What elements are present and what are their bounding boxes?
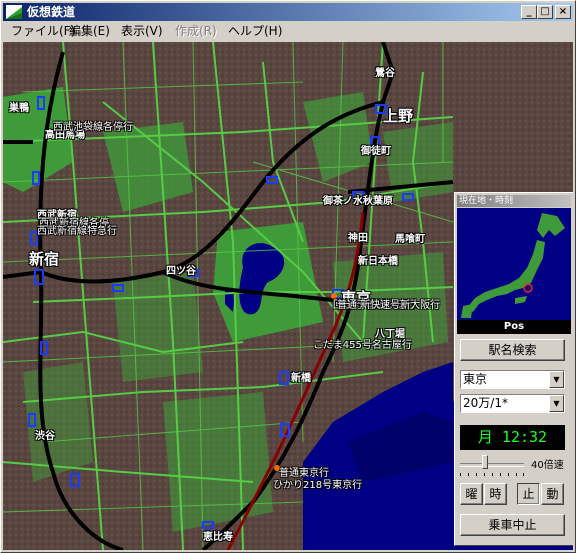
app-icon — [6, 5, 22, 19]
menu-bar: ファイル(F) 編集(E) 表示(V) 作成(R) ヘルプ(H) — [3, 22, 573, 41]
location-select-value: 東京 — [463, 372, 488, 386]
close-button[interactable]: × — [555, 5, 571, 19]
train-label[interactable]: ひかり218号東京行 — [273, 476, 362, 491]
move-button[interactable]: 動 — [541, 483, 564, 505]
station-label[interactable]: 巣鴨 — [9, 99, 29, 114]
train-label[interactable]: 西武新宿線特急行 — [37, 222, 117, 237]
station-label[interactable]: 御茶ノ水 — [323, 192, 363, 207]
minimize-button[interactable]: _ — [521, 5, 537, 19]
speed-slider-thumb[interactable] — [482, 455, 488, 469]
window-title: 仮想鉄道 — [27, 5, 76, 19]
speed-slider-track[interactable] — [460, 463, 524, 467]
chevron-down-icon[interactable]: ▼ — [549, 395, 564, 412]
station-label[interactable]: 馬喰町 — [395, 230, 425, 245]
menu-help[interactable]: ヘルプ(H) — [228, 22, 282, 41]
close-icon: × — [558, 6, 568, 17]
station-label[interactable]: 四ツ谷 — [166, 262, 196, 277]
menu-create[interactable]: 作成(R) — [175, 22, 217, 41]
station-label[interactable]: 新橋 — [291, 369, 311, 384]
maximize-icon: □ — [540, 6, 550, 17]
maximize-button[interactable]: □ — [537, 5, 553, 19]
title-bar[interactable]: 仮想鉄道 _ □ × — [3, 3, 573, 21]
hour-button[interactable]: 時 — [484, 483, 507, 505]
station-label[interactable]: 秋葉原 — [363, 192, 393, 207]
weekday-button[interactable]: 曜 — [460, 483, 483, 505]
menu-file[interactable]: ファイル(F) — [11, 22, 75, 41]
scale-select-value: 20万/1* — [463, 396, 508, 410]
menu-view[interactable]: 表示(V) — [121, 22, 163, 41]
location-select[interactable]: 東京 ▼ — [460, 370, 565, 389]
control-panel: 現在地・時刻 Pos 駅名検索 東京 ▼ 20万/1* ▼ 月 12:32 40… — [454, 192, 573, 546]
menu-edit[interactable]: 編集(E) — [69, 22, 110, 41]
station-label[interactable]: 上野 — [383, 105, 413, 126]
speed-slider-ticks — [460, 473, 524, 476]
quit-ride-button[interactable]: 乗車中止 — [460, 514, 565, 536]
japan-map-shape — [461, 213, 565, 318]
train-label[interactable]: 普通 新快速号新大阪行 — [337, 296, 440, 311]
chevron-down-icon[interactable]: ▼ — [549, 371, 564, 388]
japan-minimap[interactable] — [457, 208, 571, 320]
rail-map[interactable]: 巣鴨 鶯谷 上野 御徒町 御茶ノ水 秋葉原 神田 馬喰町 新日本橋 四ツ谷 高田… — [3, 42, 573, 550]
speed-label: 40倍速 — [531, 460, 564, 471]
station-search-button[interactable]: 駅名検索 — [460, 339, 565, 361]
minimize-icon: _ — [526, 6, 532, 17]
app-window: 仮想鉄道 _ □ × ファイル(F) 編集(E) 表示(V) 作成(R) ヘルプ… — [0, 0, 576, 553]
train-label[interactable]: こだま455号名古屋行 — [313, 336, 412, 351]
station-label[interactable]: 恵比寿 — [203, 528, 233, 543]
clock-display: 月 12:32 — [460, 425, 565, 450]
station-label[interactable]: 神田 — [348, 229, 368, 244]
train-label[interactable]: 西武池袋線各停行 — [53, 118, 133, 133]
station-label[interactable]: 新宿 — [29, 248, 59, 269]
panel-title: 現在地・時刻 — [457, 195, 571, 207]
station-label[interactable]: 鶯谷 — [375, 64, 395, 79]
station-label[interactable]: 新日本橋 — [358, 252, 398, 267]
scale-select[interactable]: 20万/1* ▼ — [460, 394, 565, 413]
station-label[interactable]: 渋谷 — [35, 427, 55, 442]
station-label[interactable]: 御徒町 — [361, 142, 391, 157]
pos-label: Pos — [457, 320, 571, 334]
stop-button[interactable]: 止 — [517, 483, 540, 505]
